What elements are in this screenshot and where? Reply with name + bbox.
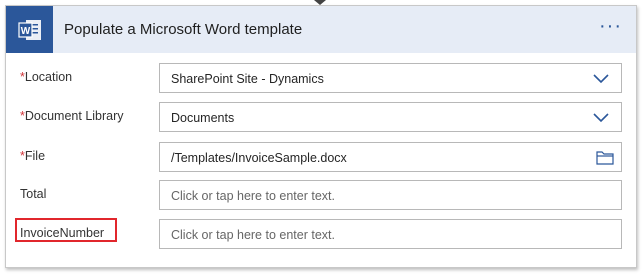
total-input[interactable]: Click or tap here to enter text. bbox=[159, 180, 622, 210]
word-icon: W bbox=[6, 6, 53, 53]
field-label-document-library: *Document Library bbox=[20, 109, 124, 123]
field-row-document-library: *Document Library Documents bbox=[6, 101, 636, 133]
field-label-total: Total bbox=[20, 187, 47, 201]
document-library-dropdown[interactable]: Documents bbox=[159, 102, 622, 132]
chevron-down-icon[interactable] bbox=[593, 111, 609, 123]
action-title: Populate a Microsoft Word template bbox=[64, 21, 303, 38]
file-input[interactable]: /Templates/InvoiceSample.docx bbox=[159, 142, 622, 172]
total-placeholder: Click or tap here to enter text. bbox=[171, 189, 335, 203]
document-library-value: Documents bbox=[171, 111, 235, 125]
location-dropdown[interactable]: SharePoint Site - Dynamics bbox=[159, 63, 622, 93]
file-value: /Templates/InvoiceSample.docx bbox=[171, 151, 347, 165]
folder-icon[interactable] bbox=[596, 150, 614, 165]
invoice-number-placeholder: Click or tap here to enter text. bbox=[171, 228, 335, 242]
svg-text:W: W bbox=[20, 26, 30, 37]
field-label-file: *File bbox=[20, 149, 46, 163]
invoice-number-input[interactable]: Click or tap here to enter text. bbox=[159, 219, 622, 249]
field-row-file: *File /Templates/InvoiceSample.docx bbox=[6, 141, 636, 173]
more-options-icon[interactable]: ··· bbox=[599, 16, 622, 36]
location-value: SharePoint Site - Dynamics bbox=[171, 72, 324, 86]
field-row-total: Total Click or tap here to enter text. bbox=[6, 179, 636, 211]
invoice-number-highlight-box bbox=[15, 218, 117, 242]
field-label-location: *Location bbox=[20, 70, 73, 84]
field-row-location: *Location SharePoint Site - Dynamics bbox=[6, 62, 636, 94]
action-card: W Populate a Microsoft Word template ···… bbox=[5, 5, 637, 268]
action-header[interactable]: W Populate a Microsoft Word template ··· bbox=[6, 6, 636, 53]
chevron-down-icon[interactable] bbox=[593, 72, 609, 84]
